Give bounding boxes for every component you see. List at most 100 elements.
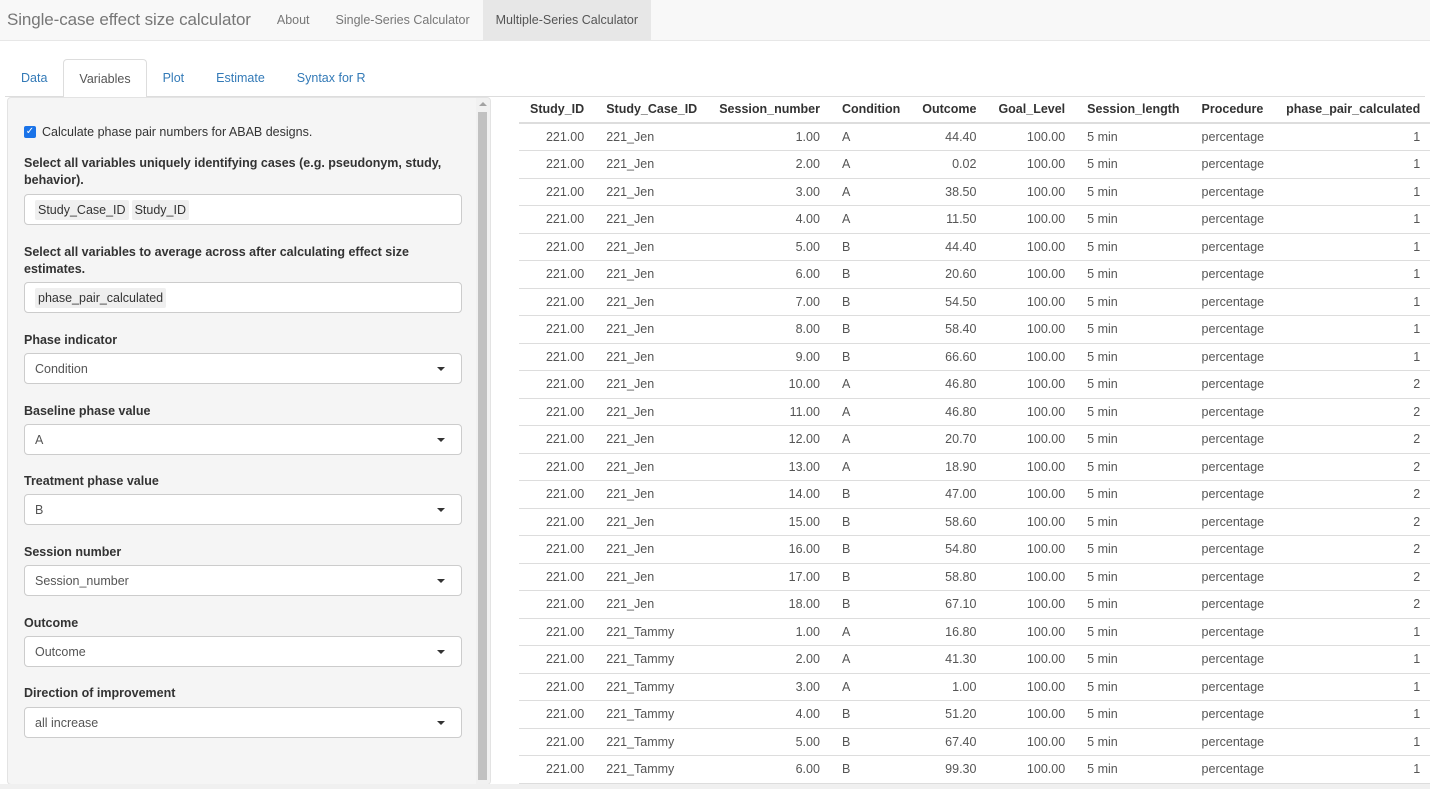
table-row[interactable]: 221.00 221_Tammy 1.00 A 16.80 100.00 5 min perc… xyxy=(519,618,1430,646)
case-vars-multiselect[interactable]: Study_Case_ID Study_ID xyxy=(24,194,462,225)
table-cell: 100.00 xyxy=(987,315,1077,344)
table-cell: 1 xyxy=(1275,178,1430,206)
table-row[interactable]: 221.00 221_Tammy 6.00 B 99.30 100.00 5 min perc… xyxy=(519,755,1430,784)
outcome-value: Outcome xyxy=(35,644,86,659)
table-row[interactable]: 221.00 221_Jen 17.00 B 58.80 100.00 5 min perce… xyxy=(519,563,1430,591)
table-cell: 221.00 xyxy=(519,288,596,316)
table-cell: 100.00 xyxy=(987,343,1077,371)
table-cell: 5 min xyxy=(1076,700,1191,729)
table-cell: 221_Jen xyxy=(595,150,709,179)
tab-data[interactable]: Data xyxy=(5,59,63,97)
table-row[interactable]: 221.00 221_Jen 10.00 A 46.80 100.00 5 min perce… xyxy=(519,370,1430,399)
table-cell: 221_Tammy xyxy=(595,700,709,729)
avg-vars-multiselect[interactable]: phase_pair_calculated xyxy=(24,282,462,313)
table-cell: 5 min xyxy=(1076,563,1191,591)
table-cell: 1 xyxy=(1275,645,1430,674)
table-row[interactable]: 221.00 221_Tammy 3.00 A 1.00 100.00 5 min perce… xyxy=(519,673,1430,701)
column-header-outcome[interactable]: Outcome xyxy=(911,95,988,124)
table-row[interactable]: 221.00 221_Jen 4.00 A 11.50 100.00 5 min percen… xyxy=(519,205,1430,234)
phase-pair-checkbox-row[interactable]: ✓ Calculate phase pair numbers for ABAB … xyxy=(24,125,312,139)
table-cell: 5 min xyxy=(1076,480,1191,509)
table-row[interactable]: 221.00 221_Jen 18.00 B 67.10 100.00 5 min perce… xyxy=(519,590,1430,619)
tab-estimate[interactable]: Estimate xyxy=(200,59,281,97)
table-cell: 6.00 xyxy=(708,755,831,784)
phase-indicator-value: Condition xyxy=(35,361,88,376)
table-cell: 2 xyxy=(1275,425,1430,454)
table-cell: percentage xyxy=(1190,150,1276,179)
table-row[interactable]: 221.00 221_Jen 8.00 B 58.40 100.00 5 min percen… xyxy=(519,315,1430,344)
table-cell: 221_Jen xyxy=(595,315,709,344)
table-cell: B xyxy=(830,728,912,756)
phase-indicator-select[interactable]: Condition xyxy=(24,353,462,384)
nav-about[interactable]: About xyxy=(264,0,323,40)
column-header-procedure[interactable]: Procedure xyxy=(1190,95,1276,124)
panel-scrollbar[interactable] xyxy=(476,98,490,784)
table-cell: 221.00 xyxy=(519,425,596,454)
phase-pair-checkbox[interactable]: ✓ xyxy=(24,126,36,138)
baseline-phase-select[interactable]: A xyxy=(24,424,462,455)
tab-plot[interactable]: Plot xyxy=(147,59,201,97)
treatment-phase-select[interactable]: B xyxy=(24,494,462,525)
table-cell: 100.00 xyxy=(987,453,1077,481)
scrollbar-thumb[interactable] xyxy=(478,112,487,780)
table-cell: 5 min xyxy=(1076,123,1191,151)
table-row[interactable]: 221.00 221_Jen 12.00 A 20.70 100.00 5 min perce… xyxy=(519,425,1430,454)
table-cell: percentage xyxy=(1190,425,1276,454)
table-cell: 11.00 xyxy=(708,398,831,426)
table-cell: 41.30 xyxy=(911,645,988,674)
tab-bar: Data Variables Plot Estimate Syntax for … xyxy=(5,59,1425,98)
nav-multiple-series[interactable]: Multiple-Series Calculator xyxy=(482,0,652,40)
horizontal-scrollbar[interactable] xyxy=(0,784,1430,789)
table-row[interactable]: 221.00 221_Jen 6.00 B 20.60 100.00 5 min percen… xyxy=(519,260,1430,289)
table-row[interactable]: 221.00 221_Jen 2.00 A 0.02 100.00 5 min percent… xyxy=(519,150,1430,179)
phase-indicator-label: Phase indicator xyxy=(24,333,118,347)
table-cell: 46.80 xyxy=(911,370,988,399)
table-row[interactable]: 221.00 221_Tammy 2.00 A 41.30 100.00 5 min perc… xyxy=(519,645,1430,674)
table-cell: 11.50 xyxy=(911,205,988,234)
scroll-up-icon[interactable] xyxy=(479,102,487,106)
table-cell: 5 min xyxy=(1076,370,1191,399)
table-row[interactable]: 221.00 221_Jen 1.00 A 44.40 100.00 5 min percen… xyxy=(519,123,1430,151)
table-cell: 221_Jen xyxy=(595,508,709,536)
table-cell: 58.80 xyxy=(911,563,988,591)
table-row[interactable]: 221.00 221_Jen 9.00 B 66.60 100.00 5 min percen… xyxy=(519,343,1430,371)
table-row[interactable]: 221.00 221_Jen 7.00 B 54.50 100.00 5 min percen… xyxy=(519,288,1430,316)
nav-single-series[interactable]: Single-Series Calculator xyxy=(323,0,483,40)
column-header-condition[interactable]: Condition xyxy=(830,95,912,124)
session-number-value: Session_number xyxy=(35,573,129,588)
table-cell: percentage xyxy=(1190,205,1276,234)
tab-variables[interactable]: Variables xyxy=(63,59,147,98)
table-cell: 5 min xyxy=(1076,288,1191,316)
table-row[interactable]: 221.00 221_Jen 5.00 B 44.40 100.00 5 min percen… xyxy=(519,233,1430,261)
outcome-select[interactable]: Outcome xyxy=(24,636,462,667)
table-row[interactable]: 221.00 221_Jen 3.00 A 38.50 100.00 5 min percen… xyxy=(519,178,1430,206)
selected-chip[interactable]: Study_ID xyxy=(131,199,189,220)
chevron-down-icon xyxy=(437,438,445,442)
table-cell: 1 xyxy=(1275,123,1430,151)
column-header-phase-pair-calculated[interactable]: phase_pair_calculated xyxy=(1275,95,1430,124)
column-header-session-number[interactable]: Session_number xyxy=(708,95,831,124)
table-cell: B xyxy=(830,508,912,536)
direction-select[interactable]: all increase xyxy=(24,707,462,738)
table-cell: 100.00 xyxy=(987,755,1077,784)
table-row[interactable]: 221.00 221_Jen 13.00 A 18.90 100.00 5 min perce… xyxy=(519,453,1430,481)
table-row[interactable]: 221.00 221_Jen 14.00 B 47.00 100.00 5 min perce… xyxy=(519,480,1430,509)
tab-syntax-r[interactable]: Syntax for R xyxy=(281,59,382,97)
table-cell: 4.00 xyxy=(708,205,831,234)
table-row[interactable]: 221.00 221_Jen 15.00 B 58.60 100.00 5 min perce… xyxy=(519,508,1430,536)
table-row[interactable]: 221.00 221_Jen 11.00 A 46.80 100.00 5 min perce… xyxy=(519,398,1430,426)
table-row[interactable]: 221.00 221_Jen 16.00 B 54.80 100.00 5 min perce… xyxy=(519,535,1430,564)
selected-chip[interactable]: phase_pair_calculated xyxy=(35,287,167,308)
table-cell: 46.80 xyxy=(911,398,988,426)
app-brand[interactable]: Single-case effect size calculator xyxy=(0,0,264,40)
column-header-study-case-id[interactable]: Study_Case_ID xyxy=(595,95,709,124)
table-cell: 2 xyxy=(1275,453,1430,481)
session-number-select[interactable]: Session_number xyxy=(24,565,462,596)
selected-chip[interactable]: Study_Case_ID xyxy=(35,199,129,220)
table-row[interactable]: 221.00 221_Tammy 4.00 B 51.20 100.00 5 min perc… xyxy=(519,700,1430,729)
column-header-session-length[interactable]: Session_length xyxy=(1076,95,1191,124)
column-header-goal-level[interactable]: Goal_Level xyxy=(987,95,1077,124)
table-row[interactable]: 221.00 221_Tammy 5.00 B 67.40 100.00 5 min perc… xyxy=(519,728,1430,756)
column-header-study-id[interactable]: Study_ID xyxy=(519,95,596,124)
table-cell: 8.00 xyxy=(708,315,831,344)
